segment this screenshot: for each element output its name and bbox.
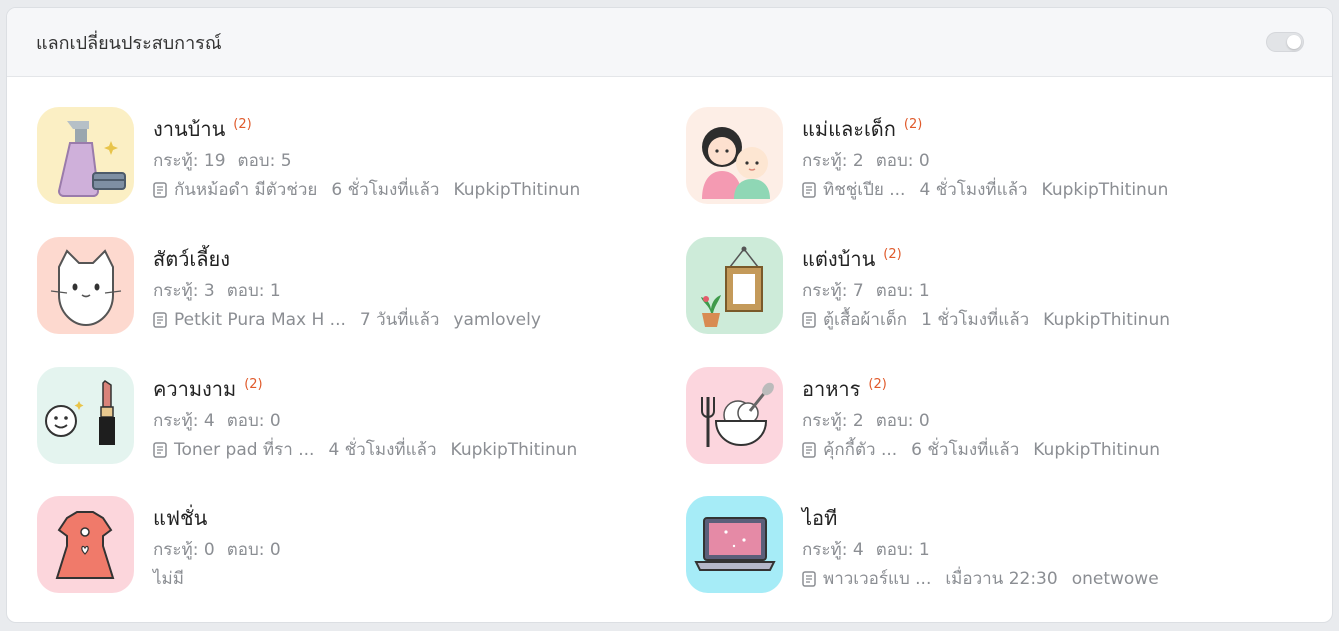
picture-frame-icon xyxy=(701,246,763,327)
new-post-badge: (2) xyxy=(903,117,923,132)
latest-time: เมื่อวาน 22:30 xyxy=(945,569,1058,589)
housework-thumbnail xyxy=(37,107,134,204)
latest-time: 4 ชั่วโมงที่แล้ว xyxy=(919,180,1028,200)
latest-topic-link[interactable]: ทิชชู่เปีย ... xyxy=(823,178,905,202)
new-post-badge: (2) xyxy=(868,377,887,392)
document-icon xyxy=(802,442,816,458)
category-food[interactable]: อาหาร (2) กระทู้: 2 ตอบ: 0 คุ้กกี้ตัว ... … xyxy=(686,367,1160,464)
thread-count: กระทู้: 2 xyxy=(802,151,864,171)
thread-count: กระทู้: 4 xyxy=(802,540,864,560)
no-posts-text: ไม่มี xyxy=(153,569,184,589)
panel-title: แลกเปลี่ยนประสบการณ์ xyxy=(36,32,222,54)
latest-post: คุ้กกี้ตัว ... 6 ชั่วโมงที่แล้ว KupkipTh… xyxy=(802,438,1160,462)
thread-count: กระทู้: 19 xyxy=(153,151,226,171)
latest-post: กันหม้อดำ มีตัวช่วย 6 ชั่วโมงที่แล้ว Kup… xyxy=(153,178,580,202)
latest-post: ไม่มี xyxy=(153,567,281,591)
category-name[interactable]: งานบ้าน xyxy=(153,117,225,141)
document-icon xyxy=(802,312,816,328)
toggle-knob xyxy=(1287,35,1301,49)
category-name[interactable]: แม่และเด็ก xyxy=(802,117,896,141)
reply-count: ตอบ: 0 xyxy=(226,540,281,560)
latest-user-link[interactable]: KupkipThitinun xyxy=(1033,438,1160,462)
laptop-icon xyxy=(694,517,776,571)
pets-thumbnail xyxy=(37,237,134,334)
food-thumbnail xyxy=(686,367,783,464)
reply-count: ตอบ: 1 xyxy=(226,281,281,301)
category-pets[interactable]: สัตว์เลี้ยง กระทู้: 3 ตอบ: 1 Petkit Pura … xyxy=(37,237,541,334)
latest-topic-link[interactable]: กันหม้อดำ มีตัวช่วย xyxy=(174,178,317,202)
document-icon xyxy=(802,571,816,587)
home-decor-thumbnail xyxy=(686,237,783,334)
latest-topic-link[interactable]: Toner pad ที่รา ... xyxy=(174,438,314,462)
mother-baby-icon xyxy=(702,127,770,199)
lipstick-icon xyxy=(45,380,115,445)
category-name[interactable]: ความงาม xyxy=(153,377,236,401)
latest-post: Petkit Pura Max H ... 7 วันที่แล้ว yamlo… xyxy=(153,308,541,332)
latest-user-link[interactable]: yamlovely xyxy=(453,308,540,332)
beauty-thumbnail xyxy=(37,367,134,464)
it-thumbnail xyxy=(686,496,783,593)
new-post-badge: (2) xyxy=(244,377,263,392)
forum-panel: แลกเปลี่ยนประสบการณ์ งานบ้าน (2) กระทู้: … xyxy=(6,7,1333,623)
category-name[interactable]: แต่งบ้าน xyxy=(802,247,875,271)
latest-post: ตู้เสื้อผ้าเด็ก 1 ชั่วโมงที่แล้ว KupkipT… xyxy=(802,308,1170,332)
cat-icon xyxy=(50,249,122,327)
thread-count: กระทู้: 2 xyxy=(802,411,864,431)
thread-count: กระทู้: 7 xyxy=(802,281,864,301)
latest-post: Toner pad ที่รา ... 4 ชั่วโมงที่แล้ว Kup… xyxy=(153,438,577,462)
latest-post: ทิชชู่เปีย ... 4 ชั่วโมงที่แล้ว KupkipTh… xyxy=(802,178,1168,202)
collapse-toggle[interactable] xyxy=(1266,32,1304,52)
document-icon xyxy=(153,442,167,458)
document-icon xyxy=(153,312,167,328)
category-beauty[interactable]: ความงาม (2) กระทู้: 4 ตอบ: 0 Toner pad ที่… xyxy=(37,367,577,464)
new-post-badge: (2) xyxy=(883,247,902,262)
latest-time: 7 วันที่แล้ว xyxy=(359,310,440,330)
rice-bowl-icon xyxy=(701,382,774,447)
reply-count: ตอบ: 0 xyxy=(875,411,930,431)
category-it[interactable]: ไอที กระทู้: 4 ตอบ: 1 พาวเวอร์แบ ... เมื่… xyxy=(686,496,1159,593)
latest-topic-link[interactable]: ตู้เสื้อผ้าเด็ก xyxy=(823,308,907,332)
category-name[interactable]: สัตว์เลี้ยง xyxy=(153,247,230,271)
latest-user-link[interactable]: KupkipThitinun xyxy=(453,178,580,202)
thread-count: กระทู้: 0 xyxy=(153,540,215,560)
reply-count: ตอบ: 0 xyxy=(226,411,281,431)
new-post-badge: (2) xyxy=(233,117,252,132)
category-name[interactable]: อาหาร xyxy=(802,377,860,401)
category-name[interactable]: แฟชั่น xyxy=(153,506,207,530)
reply-count: ตอบ: 1 xyxy=(875,281,930,301)
category-housework[interactable]: งานบ้าน (2) กระทู้: 19 ตอบ: 5 กันหม้อดำ มี… xyxy=(37,107,580,204)
latest-topic-link[interactable]: พาวเวอร์แบ ... xyxy=(823,567,931,591)
category-name[interactable]: ไอที xyxy=(802,506,837,530)
category-home-decor[interactable]: แต่งบ้าน (2) กระทู้: 7 ตอบ: 1 ตู้เสื้อผ้าเ… xyxy=(686,237,1170,334)
panel-header: แลกเปลี่ยนประสบการณ์ xyxy=(7,8,1332,77)
latest-user-link[interactable]: KupkipThitinun xyxy=(451,438,578,462)
latest-topic-link[interactable]: คุ้กกี้ตัว ... xyxy=(823,438,897,462)
latest-topic-link[interactable]: Petkit Pura Max H ... xyxy=(174,308,346,332)
reply-count: ตอบ: 0 xyxy=(875,151,930,171)
latest-post: พาวเวอร์แบ ... เมื่อวาน 22:30 onetwowe xyxy=(802,567,1159,591)
latest-time: 4 ชั่วโมงที่แล้ว xyxy=(328,440,437,460)
thread-count: กระทู้: 3 xyxy=(153,281,215,301)
mother-child-thumbnail xyxy=(686,107,783,204)
latest-time: 6 ชั่วโมงที่แล้ว xyxy=(911,440,1020,460)
latest-time: 1 ชั่วโมงที่แล้ว xyxy=(921,310,1030,330)
latest-user-link[interactable]: KupkipThitinun xyxy=(1043,308,1170,332)
dress-icon xyxy=(55,511,115,579)
category-fashion[interactable]: แฟชั่น กระทู้: 0 ตอบ: 0 ไม่มี xyxy=(37,496,281,593)
thread-count: กระทู้: 4 xyxy=(153,411,215,431)
fashion-thumbnail xyxy=(37,496,134,593)
reply-count: ตอบ: 1 xyxy=(875,540,930,560)
latest-user-link[interactable]: onetwowe xyxy=(1072,567,1159,591)
spray-bottle-icon xyxy=(57,121,126,197)
latest-time: 6 ชั่วโมงที่แล้ว xyxy=(331,180,440,200)
reply-count: ตอบ: 5 xyxy=(237,151,292,171)
latest-user-link[interactable]: KupkipThitinun xyxy=(1042,178,1169,202)
document-icon xyxy=(802,182,816,198)
document-icon xyxy=(153,182,167,198)
category-mother-child[interactable]: แม่และเด็ก (2) กระทู้: 2 ตอบ: 0 ทิชชู่เปีย… xyxy=(686,107,1168,204)
